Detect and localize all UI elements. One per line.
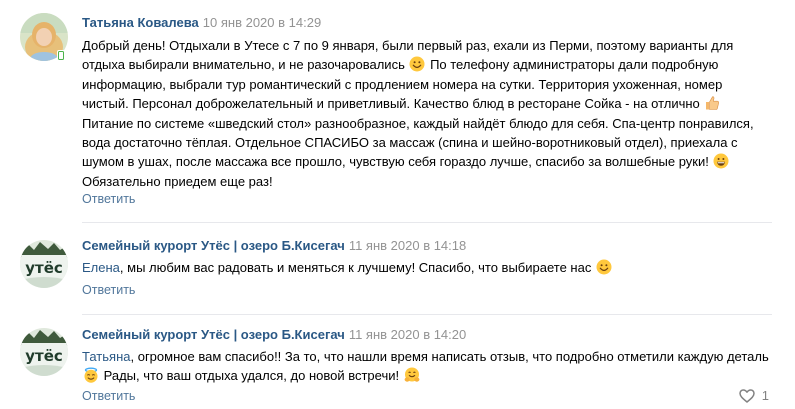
comment-text-segment: Обязательно приедем еще раз! <box>82 173 273 189</box>
thumbs-up-emoji <box>706 96 720 111</box>
logo-text: утёс <box>25 259 63 277</box>
comment-text: Добрый день! Отдыхали в Утесе с 7 по 9 я… <box>82 36 772 191</box>
comment-text: Елена, мы любим вас радовать и меняться … <box>82 258 772 277</box>
comment-text-segment: Питание по системе «шведский стол» разно… <box>82 115 754 170</box>
grin-emoji <box>713 153 729 169</box>
mention-link[interactable]: Татьяна <box>82 349 130 364</box>
comment-text-segment: Рады, что ваш отдыха удался, до новой вс… <box>100 368 403 384</box>
comment-header: Семейный курорт Утёс | озеро Б.Кисегач 11… <box>82 327 466 343</box>
comment-text-segment: , мы любим вас радовать и меняться к луч… <box>119 260 595 275</box>
smile-emoji <box>596 259 612 275</box>
like-button[interactable]: 1 <box>739 388 769 403</box>
comment-date[interactable]: 10 янв 2020 в 14:29 <box>203 15 321 30</box>
comment-header: Семейный курорт Утёс | озеро Б.Кисегач 11… <box>82 238 466 254</box>
online-mobile-icon <box>57 50 65 61</box>
logo-text: утёс <box>25 347 63 365</box>
reply-button[interactable]: Ответить <box>82 389 135 403</box>
comment-date[interactable]: 11 янв 2020 в 14:18 <box>349 238 466 253</box>
heart-icon <box>739 388 755 403</box>
like-count: 1 <box>761 388 769 403</box>
comment-date[interactable]: 11 янв 2020 в 14:20 <box>349 327 466 342</box>
avatar-utes-resort[interactable]: утёс <box>20 328 68 376</box>
hug-emoji <box>404 367 420 383</box>
comment-header: Татьяна Ковалева 10 янв 2020 в 14:29 <box>82 15 321 31</box>
avatar-utes-resort[interactable]: утёс <box>20 240 68 288</box>
comment-author[interactable]: Семейный курорт Утёс | озеро Б.Кисегач <box>82 238 345 253</box>
comment-author[interactable]: Татьяна Ковалева <box>82 15 199 30</box>
innocent-emoji <box>84 367 98 384</box>
reply-button[interactable]: Ответить <box>82 192 135 206</box>
mention-link[interactable]: Елена <box>82 260 120 275</box>
separator <box>82 314 772 315</box>
comment-text-segment: , огромное вам спасибо!! За то, что нашл… <box>130 349 769 364</box>
comment-text: Татьяна, огромное вам спасибо!! За то, ч… <box>82 347 772 386</box>
reply-button[interactable]: Ответить <box>82 283 135 297</box>
comment-author[interactable]: Семейный курорт Утёс | озеро Б.Кисегач <box>82 327 345 342</box>
separator <box>82 222 772 223</box>
smile-emoji <box>409 56 425 72</box>
